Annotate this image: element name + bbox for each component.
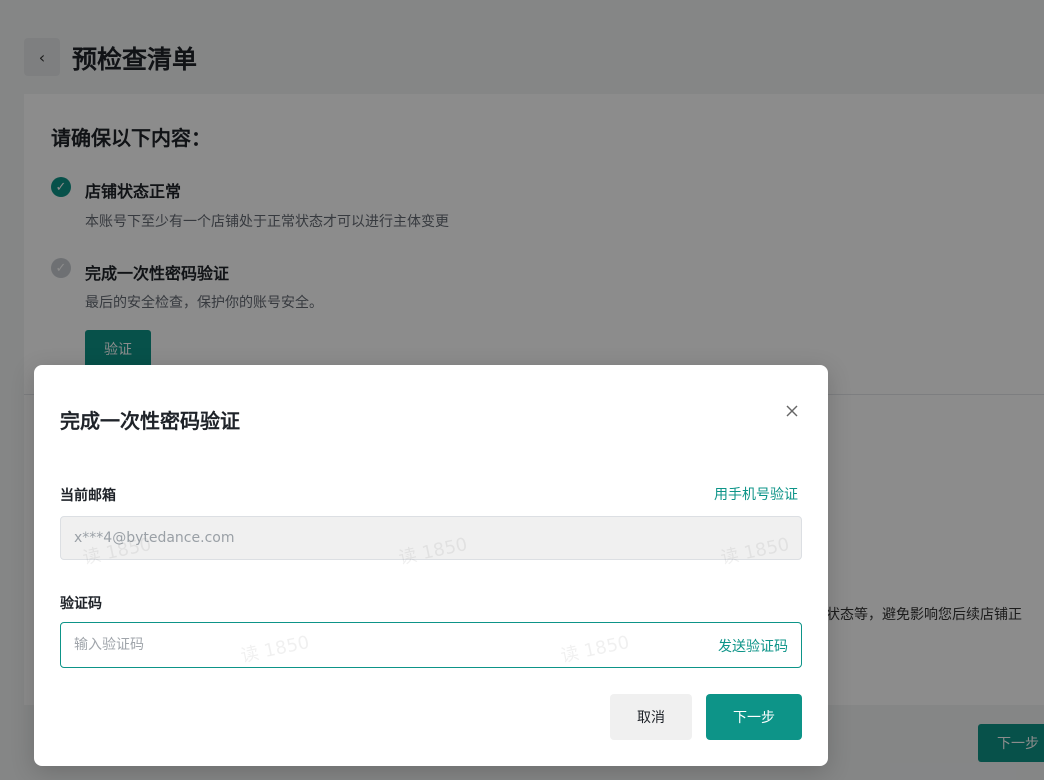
code-label: 验证码 [60, 596, 102, 612]
otp-verification-dialog: 完成一次性密码验证 当前邮箱 用手机号验证 x***4@bytedance.co… [34, 365, 828, 766]
email-label: 当前邮箱 [60, 488, 116, 504]
dialog-title: 完成一次性密码验证 [60, 409, 240, 433]
cancel-button[interactable]: 取消 [610, 694, 692, 740]
switch-to-phone-link[interactable]: 用手机号验证 [714, 484, 798, 504]
next-button[interactable]: 下一步 [706, 694, 802, 740]
send-code-link[interactable]: 发送验证码 [718, 636, 788, 656]
code-input-wrapper: 发送验证码 [60, 622, 802, 668]
close-icon[interactable] [784, 403, 800, 419]
